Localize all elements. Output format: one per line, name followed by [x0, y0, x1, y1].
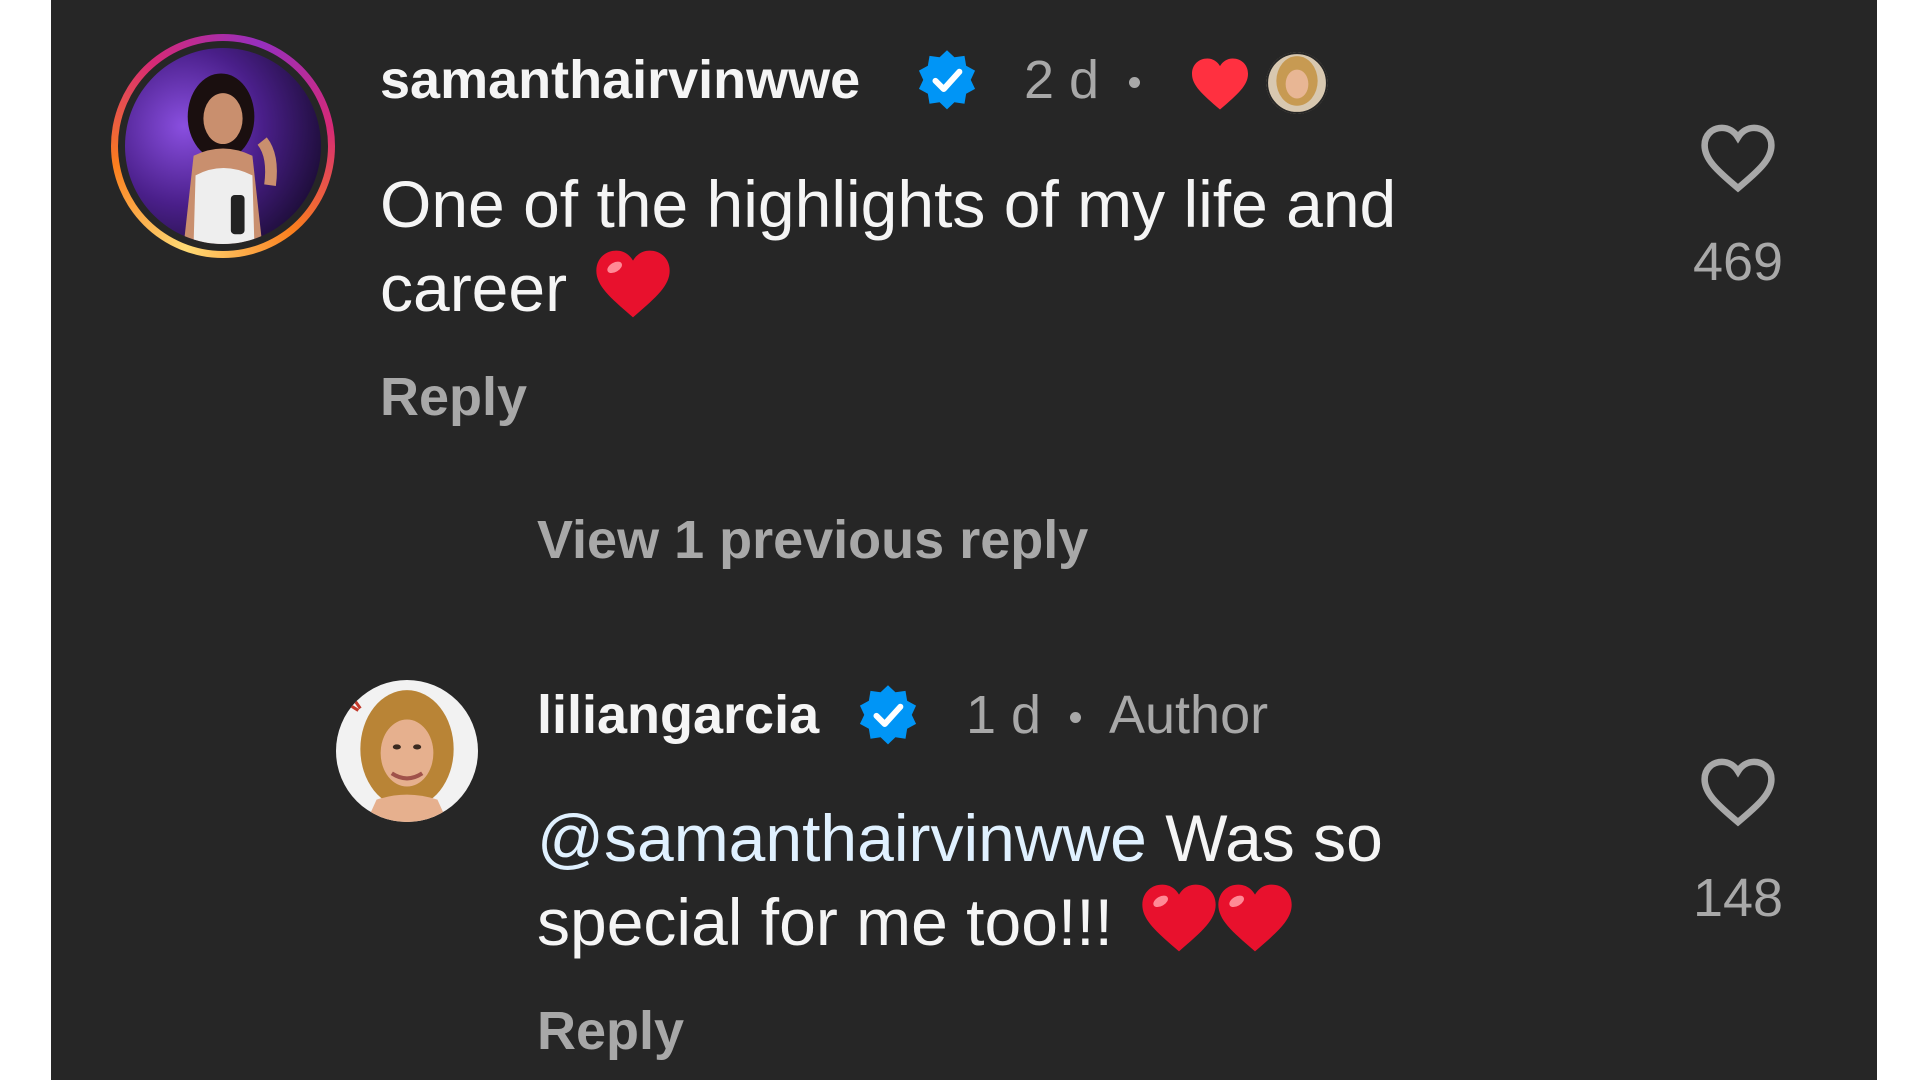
red-heart-emoji	[596, 250, 671, 318]
mention-link[interactable]: @samanthairvinwwe	[537, 801, 1147, 875]
reply-line-1-text: Was so	[1146, 801, 1383, 875]
verified-badge-icon	[918, 50, 976, 110]
heart-outline-icon[interactable]	[1698, 122, 1778, 194]
comment-line-1: One of the highlights of my life and	[380, 167, 1397, 241]
separator-dot	[1129, 77, 1140, 88]
reply-line-2-text: special for me too!!!	[537, 885, 1113, 959]
reply-time: 1 d	[966, 685, 1042, 745]
like-count: 469	[1692, 232, 1784, 292]
comment-username[interactable]: samanthairvinwwe	[380, 53, 860, 107]
like-count: 148	[1692, 868, 1784, 928]
reply-text: @samanthairvinwwe Was so special for me …	[537, 796, 1657, 964]
red-heart-emoji	[1218, 884, 1292, 952]
comment-line-2-text: career	[380, 251, 568, 325]
red-heart-emoji	[1142, 884, 1216, 952]
red-heart-icon	[1192, 58, 1248, 110]
avatar-liliangarcia[interactable]	[336, 680, 478, 822]
separator-dot	[1070, 712, 1081, 723]
comment-time: 2 d	[1024, 50, 1100, 110]
reply-button[interactable]: Reply	[537, 1004, 684, 1058]
reply-line-1: @samanthairvinwwe Was so	[537, 796, 1657, 880]
comments-panel: samanthairvinwwe 2 d One of the highligh…	[51, 0, 1877, 1080]
reply-button[interactable]: Reply	[380, 370, 527, 424]
verified-badge-icon	[859, 685, 917, 745]
heart-outline-icon[interactable]	[1698, 756, 1778, 828]
avatar-story-ring[interactable]	[111, 34, 335, 258]
comment-line-2: career	[380, 246, 1630, 330]
reply-line-2: special for me too!!!	[537, 880, 1657, 964]
reply-username[interactable]: liliangarcia	[537, 688, 819, 742]
author-label: Author	[1109, 685, 1269, 745]
comment-text: One of the highlights of my life and car…	[380, 162, 1630, 330]
author-avatar-mini	[1266, 52, 1328, 114]
avatar-samanthairvinwwe	[125, 48, 321, 244]
view-previous-replies[interactable]: View 1 previous reply	[537, 513, 1088, 567]
